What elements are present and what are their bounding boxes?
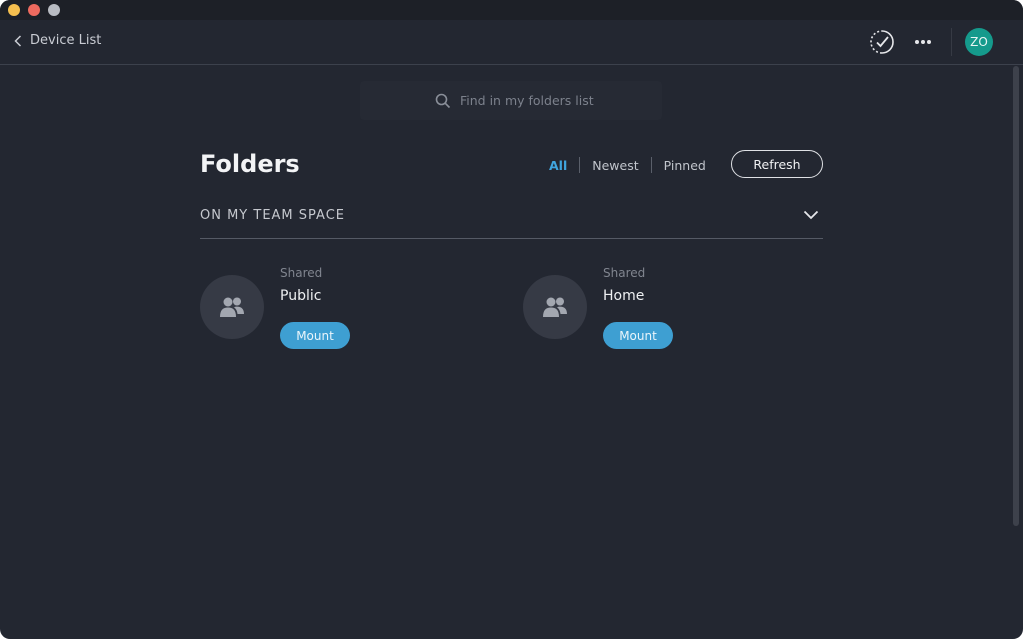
search-input[interactable] [460, 89, 650, 111]
folder-card-public: Shared Public Mount [200, 264, 460, 359]
chevron-left-icon [14, 34, 22, 47]
scrollbar[interactable] [1013, 66, 1019, 526]
filter-newest[interactable]: Newest [592, 158, 638, 173]
zoom-window-button[interactable] [48, 4, 60, 16]
app-window: Device List ZO Folders All Newest Pinned… [0, 0, 1023, 639]
close-window-button[interactable] [28, 4, 40, 16]
back-to-device-list-button[interactable]: Device List [14, 33, 101, 48]
minimize-window-button[interactable] [8, 4, 20, 16]
filter-separator [650, 157, 652, 173]
top-bar: Device List ZO [0, 20, 1023, 65]
search-icon [435, 93, 451, 109]
page-title: Folders [200, 150, 300, 178]
back-label: Device List [30, 33, 102, 48]
search-box[interactable] [360, 81, 662, 120]
folder-type-label: Shared [603, 266, 646, 280]
mount-button[interactable]: Mount [280, 322, 350, 349]
folder-name: Public [280, 288, 322, 304]
folder-avatar [200, 275, 264, 339]
folder-card-home: Shared Home Mount [523, 264, 783, 359]
filter-all[interactable]: All [549, 158, 567, 173]
folder-avatar [523, 275, 587, 339]
chevron-down-icon [803, 210, 819, 220]
mount-button[interactable]: Mount [603, 322, 673, 349]
folder-type-label: Shared [280, 266, 323, 280]
section-title: ON MY TEAM SPACE [200, 208, 345, 223]
sync-check-icon[interactable] [869, 29, 895, 55]
group-icon [220, 297, 244, 317]
folder-name: Home [603, 288, 645, 304]
user-avatar[interactable]: ZO [965, 28, 993, 56]
refresh-button[interactable]: Refresh [731, 150, 823, 178]
topbar-divider [951, 28, 952, 56]
filter-separator [579, 157, 581, 173]
team-space-section-toggle[interactable]: ON MY TEAM SPACE [200, 200, 823, 239]
group-icon [543, 297, 567, 317]
filter-tabs: All Newest Pinned [549, 157, 706, 173]
more-icon[interactable] [912, 32, 934, 52]
title-bar [0, 0, 1023, 20]
filter-pinned[interactable]: Pinned [664, 158, 706, 173]
